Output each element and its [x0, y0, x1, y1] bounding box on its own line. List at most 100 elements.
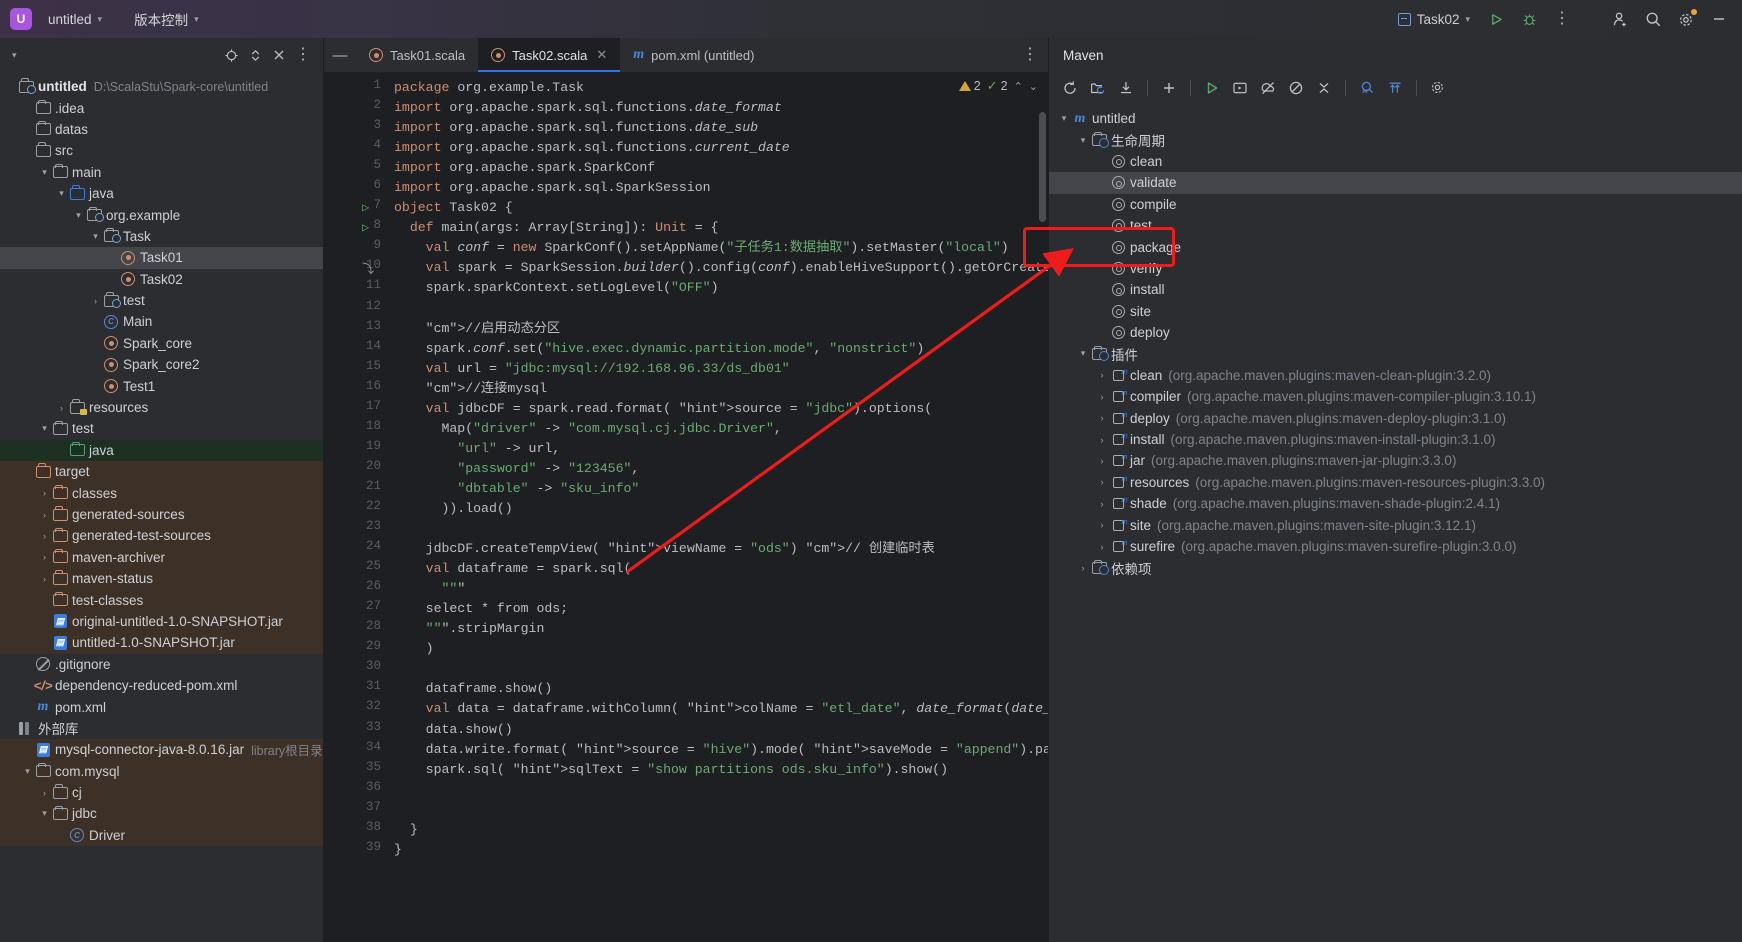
analyze-dependencies-button[interactable] [1354, 75, 1380, 101]
maven-settings-button[interactable] [1425, 75, 1451, 101]
project-tree-row[interactable]: untitled D:\ScalaStu\Spark-core\untitled [0, 76, 323, 97]
code-editor[interactable]: 1 2 3 4 5 6 7 ▷ 8 ▷ 9 10 ⤵ 11 12 13 14 15 16 17 18 19 20 21 22 23… [324, 72, 1048, 942]
editor-tab-options-button[interactable]: ⋮ [1022, 38, 1038, 72]
run-maven-build-button[interactable] [1199, 75, 1225, 101]
chevron-right-icon[interactable]: › [1095, 477, 1109, 487]
chevron-right-icon[interactable]: › [38, 552, 51, 562]
project-tree-row[interactable]: ▾ com.mysql [0, 760, 323, 782]
maven-tree-row[interactable]: clean [1049, 151, 1742, 172]
maven-tree-row[interactable]: site [1049, 301, 1742, 322]
editor-scrollbar[interactable] [1039, 112, 1046, 222]
maven-tree-row[interactable]: › compiler (org.apache.maven.plugins:maven… [1049, 386, 1742, 407]
project-tree-row[interactable]: ▾ Task [0, 226, 323, 247]
project-tree-row[interactable]: › cj [0, 781, 323, 804]
chevron-right-icon[interactable]: › [89, 296, 102, 306]
editor-tab[interactable]: m pom.xml (untitled) [620, 38, 767, 72]
chevron-right-icon[interactable]: › [1095, 392, 1109, 402]
chevron-down-icon[interactable]: ▾ [38, 167, 51, 178]
collapse-all-button[interactable] [1311, 75, 1337, 101]
search-button[interactable] [1638, 5, 1668, 33]
maven-tree-row[interactable]: › install (org.apache.maven.plugins:maven-… [1049, 429, 1742, 450]
project-tree-row[interactable]: › test [0, 290, 323, 311]
chevron-right-icon[interactable]: › [1095, 520, 1109, 530]
project-tree-row[interactable]: › classes [0, 482, 323, 504]
maven-tree-row[interactable]: verify [1049, 258, 1742, 279]
project-tree-row[interactable]: .gitignore [0, 654, 323, 675]
chevron-right-icon[interactable]: › [1095, 542, 1109, 552]
project-tree-row[interactable]: Task02 [0, 269, 323, 290]
project-tree-row[interactable]: › generated-test-sources [0, 525, 323, 547]
project-tree-row[interactable]: ▤ untitled-1.0-SNAPSHOT.jar [0, 632, 323, 654]
chevron-down-icon[interactable]: ▾ [38, 423, 51, 434]
chevron-down-icon[interactable]: ▾ [38, 808, 51, 819]
maven-tree-row[interactable]: › deploy (org.apache.maven.plugins:maven-d… [1049, 407, 1742, 428]
implementation-gutter-icon[interactable]: ⤵ [362, 260, 374, 277]
maven-tree-row[interactable]: ▾ 生命周期 [1049, 129, 1742, 150]
settings-button[interactable] [1671, 5, 1701, 33]
maven-tree-row[interactable]: › site (org.apache.maven.plugins:maven-sit… [1049, 514, 1742, 535]
minimize-button[interactable] [1704, 5, 1734, 33]
project-tree-row[interactable]: Spark_core2 [0, 354, 323, 375]
project-tree-row[interactable]: Task01 [0, 247, 323, 269]
maven-tree-row[interactable]: deploy [1049, 322, 1742, 343]
skip-tests-button[interactable] [1283, 75, 1309, 101]
editor-gutter[interactable]: 1 2 3 4 5 6 7 ▷ 8 ▷ 9 10 ⤵ 11 12 13 14 15 16 17 18 19 20 21 22 23… [324, 72, 386, 942]
add-user-button[interactable] [1605, 5, 1635, 33]
inspection-widget[interactable]: 2 ✓ 2 ⌃ ⌄ [958, 78, 1038, 94]
project-tree-row[interactable]: ▤ mysql-connector-java-8.0.16.jar library根… [0, 739, 323, 761]
project-tree-row[interactable]: › maven-status [0, 567, 323, 590]
editor-source[interactable]: package org.example.Task import org.apach… [386, 72, 1048, 942]
maven-tree-row[interactable]: validate [1049, 172, 1742, 194]
execute-maven-goal-button[interactable] [1227, 75, 1253, 101]
maven-tree-row[interactable]: › 依赖项 [1049, 557, 1742, 578]
project-options-button[interactable]: ⋮ [291, 43, 315, 67]
project-file-tree[interactable]: untitled D:\ScalaStu\Spark-core\untitled.… [0, 72, 323, 942]
project-tree-row[interactable]: ▤ original-untitled-1.0-SNAPSHOT.jar [0, 610, 323, 633]
prev-problem-icon[interactable]: ⌃ [1014, 80, 1023, 93]
project-tree-row[interactable]: C Driver [0, 824, 323, 847]
maven-project-tree[interactable]: ▾ m untitled ▾ 生命周期 clean validate compile test p… [1049, 104, 1742, 942]
chevron-down-icon[interactable]: ▾ [72, 210, 85, 221]
collapse-all-button[interactable] [267, 43, 291, 67]
vcs-menu[interactable]: 版本控制 ▾ [127, 5, 206, 33]
maven-tree-row[interactable]: › surefire (org.apache.maven.plugins:maven… [1049, 536, 1742, 557]
maven-tree-row[interactable]: install [1049, 279, 1742, 300]
debug-button[interactable] [1514, 5, 1544, 33]
run-configuration-selector[interactable]: Task02 ▾ [1390, 8, 1478, 31]
project-tree-row[interactable]: m pom.xml [0, 696, 323, 717]
maven-tree-row[interactable]: › resources (org.apache.maven.plugins:mave… [1049, 472, 1742, 493]
project-tree-row[interactable]: Test1 [0, 375, 323, 396]
project-tree-row[interactable]: 外部库 [0, 718, 323, 739]
maven-tree-row[interactable]: test [1049, 215, 1742, 236]
maven-tree-row[interactable]: › clean (org.apache.maven.plugins:maven-cl… [1049, 365, 1742, 386]
chevron-down-icon[interactable]: ▾ [89, 231, 102, 242]
project-tree-row[interactable]: › generated-sources [0, 503, 323, 526]
chevron-right-icon[interactable]: › [38, 788, 51, 798]
reload-project-button[interactable] [1057, 75, 1083, 101]
project-tree-row[interactable]: ▾ org.example [0, 204, 323, 225]
project-view-selector-chevron-icon[interactable]: ▾ [12, 50, 17, 61]
download-sources-button[interactable] [1113, 75, 1139, 101]
project-tree-row[interactable]: target [0, 461, 323, 483]
expand-collapse-button[interactable] [243, 43, 267, 67]
next-problem-icon[interactable]: ⌄ [1029, 80, 1038, 93]
chevron-right-icon[interactable]: › [38, 510, 51, 520]
project-tree-row[interactable]: java [0, 439, 323, 462]
chevron-down-icon[interactable]: ▾ [1076, 348, 1090, 359]
add-maven-project-button[interactable] [1156, 75, 1182, 101]
chevron-down-icon[interactable]: ▾ [1076, 135, 1090, 146]
project-tree-row[interactable]: src [0, 140, 323, 161]
chevron-right-icon[interactable]: › [1076, 563, 1090, 573]
run-button[interactable] [1481, 5, 1511, 33]
project-tree-row[interactable]: ▾ java [0, 183, 323, 204]
toggle-offline-mode-button[interactable] [1255, 75, 1281, 101]
maven-tree-row[interactable]: compile [1049, 194, 1742, 215]
more-options-button[interactable]: ⋮ [1547, 5, 1577, 33]
run-gutter-icon[interactable]: ▷ [362, 200, 369, 215]
project-tree-row[interactable]: ▾ jdbc [0, 803, 323, 825]
project-tree-row[interactable]: C Main [0, 311, 323, 332]
chevron-right-icon[interactable]: › [38, 574, 51, 584]
project-tree-row[interactable]: </> dependency-reduced-pom.xml [0, 675, 323, 696]
maven-tree-row[interactable]: ▾ m untitled [1049, 108, 1742, 129]
chevron-right-icon[interactable]: › [1095, 435, 1109, 445]
